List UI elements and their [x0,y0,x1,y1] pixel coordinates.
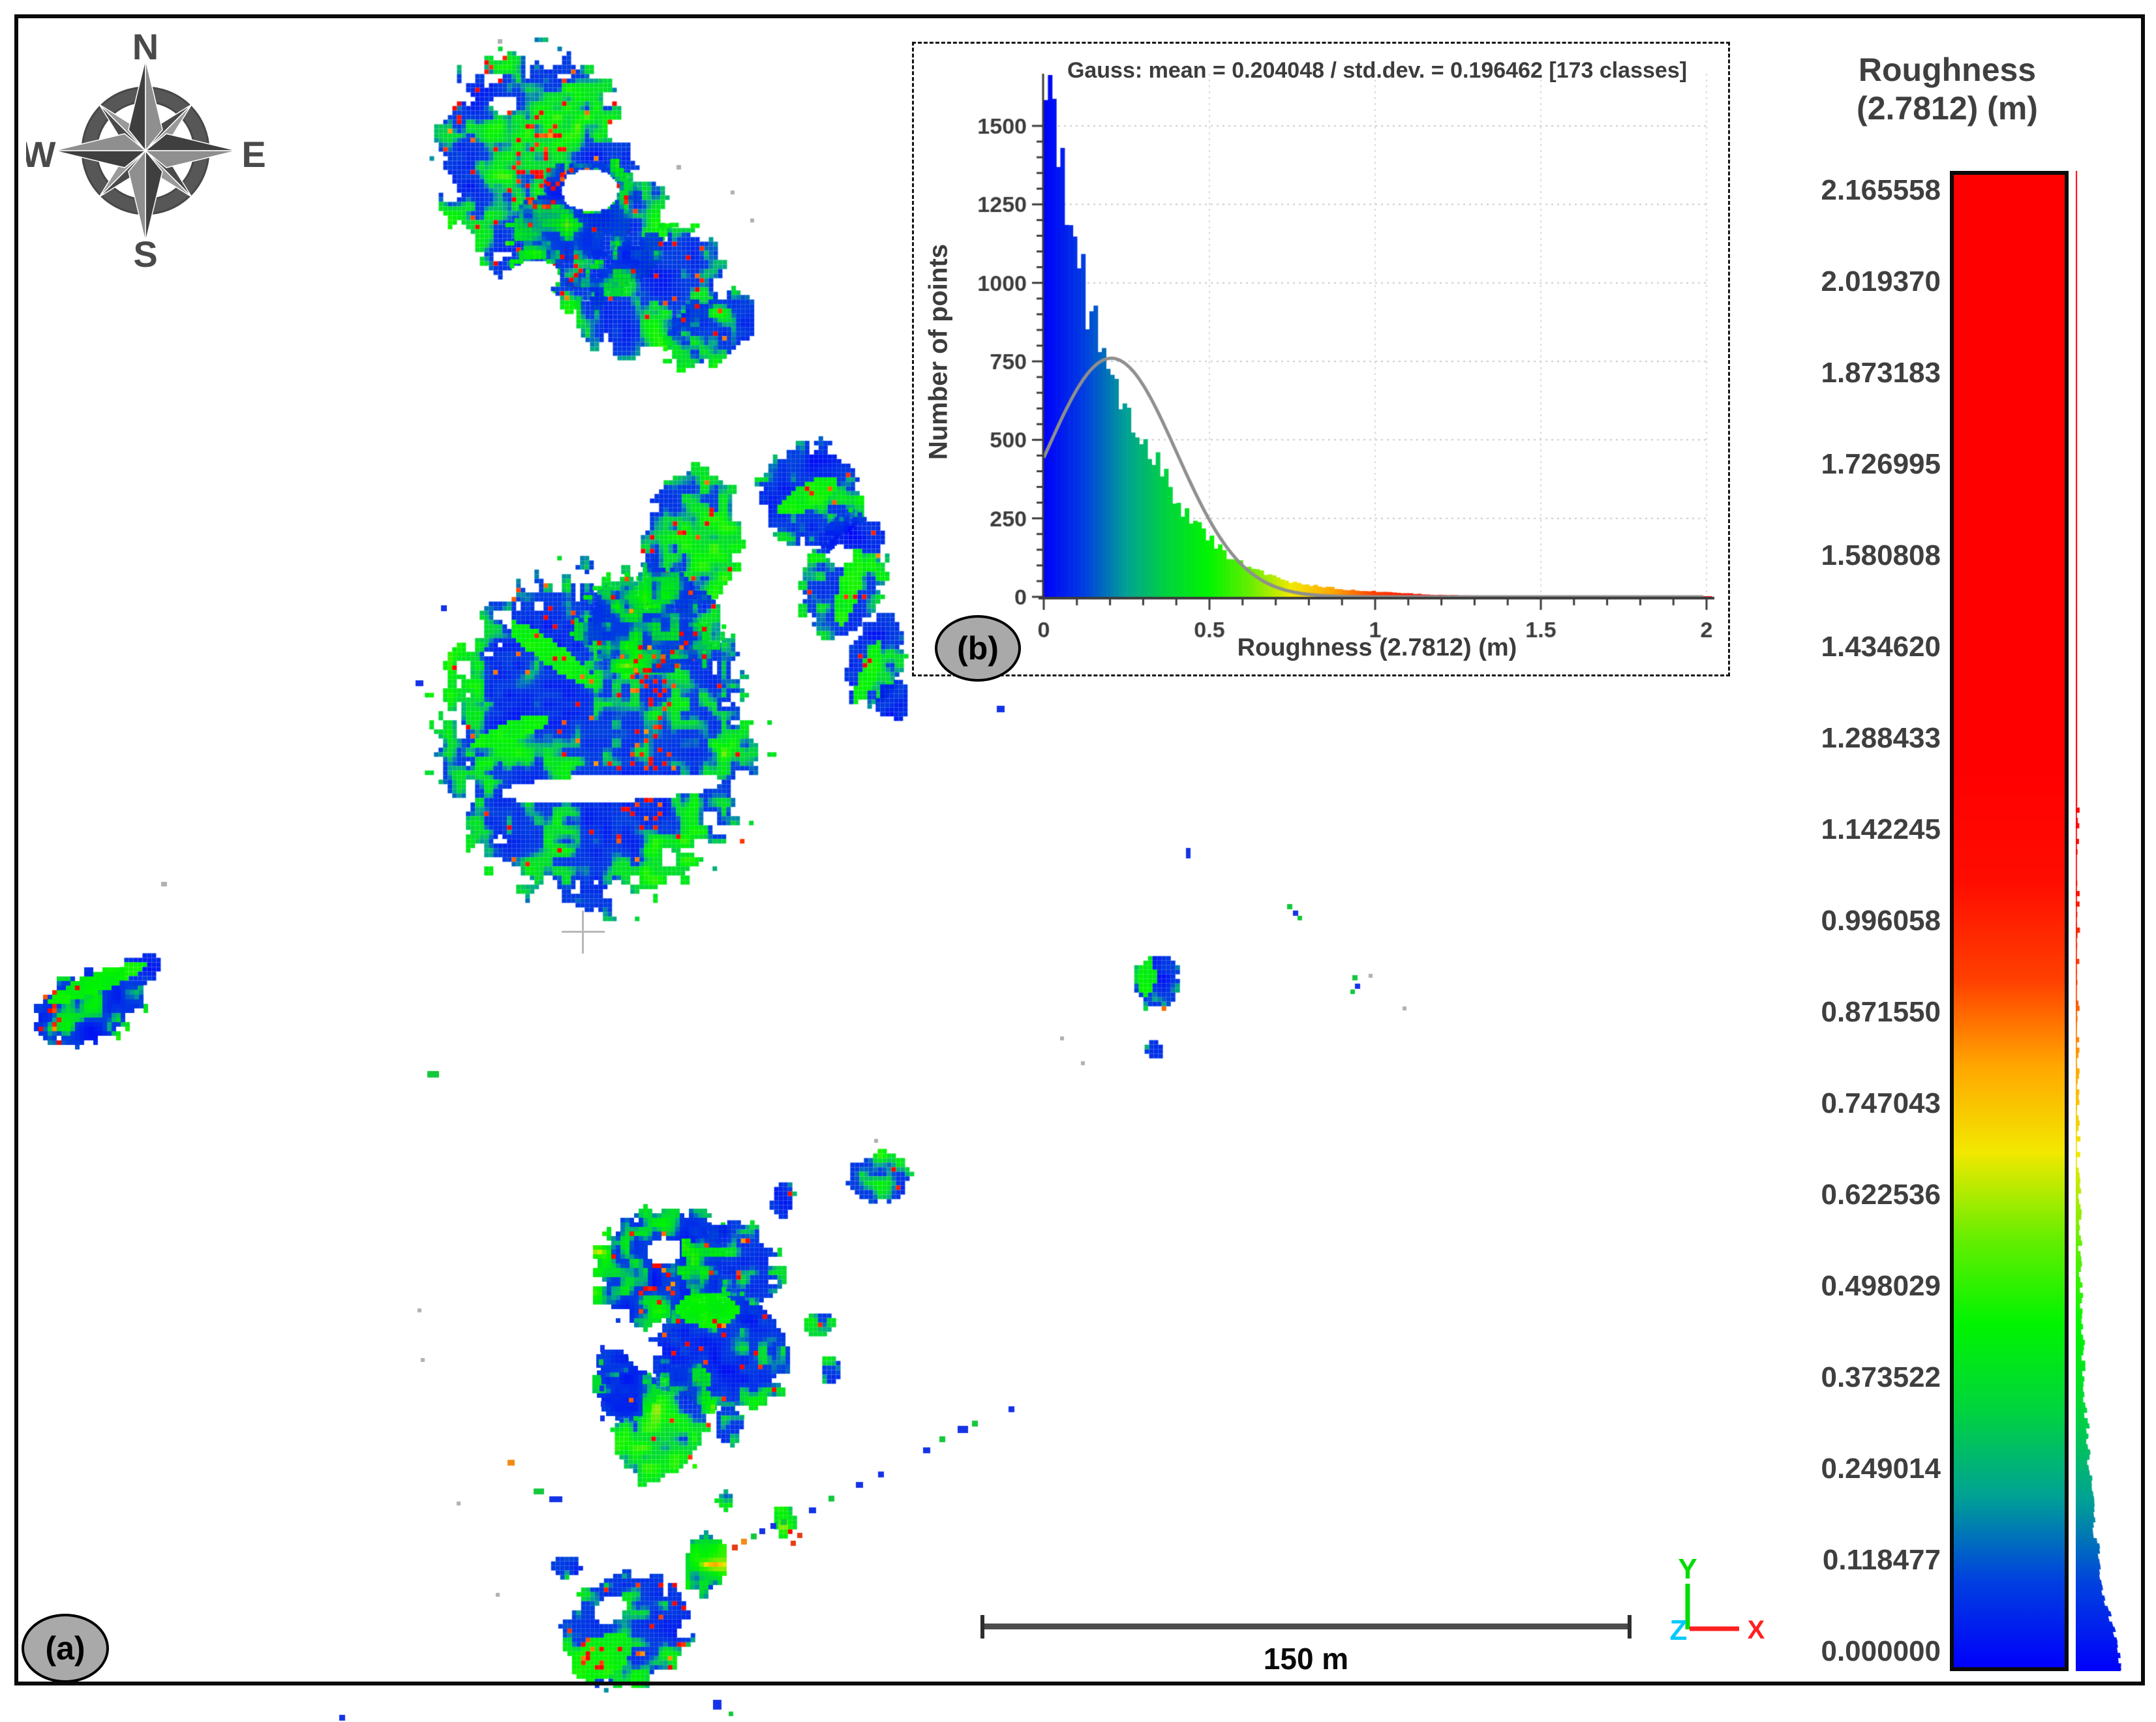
histogram-x-axis-label: Roughness (2.7812) (m) [1051,634,1703,662]
colorbar-label: 0.622536 [1663,1179,1941,1211]
colorbar-label: 1.142245 [1663,813,1941,846]
panel-label-a: (a) [22,1614,109,1683]
colorbar-label: 0.498029 [1663,1270,1941,1303]
colorbar-label: 1.288433 [1663,722,1941,755]
colorbar-label: 0.871550 [1663,996,1941,1029]
compass-east-label: E [241,134,265,175]
colorbar-label: 0.996058 [1663,905,1941,937]
colorbar-distribution-histogram [2076,171,2141,1671]
histogram-title: Gauss: mean = 0.204048 / std.dev. = 0.19… [1051,58,1703,83]
colorbar-title-line1: Roughness [1820,51,2074,89]
colorbar-label: 0.373522 [1663,1361,1941,1394]
compass-west-label: W [26,134,56,175]
panel-label-b: (b) [935,615,1021,682]
colorbar-label: 1.873183 [1663,357,1941,389]
colorbar-label: 0.249014 [1663,1453,1941,1485]
compass-rose-icon: N S W E [26,31,265,270]
compass-north-label: N [132,31,159,67]
colorbar-label: 2.165558 [1663,174,1941,207]
colorbar-label: 0.000000 [1663,1635,1941,1668]
crosshair-horizontal [562,931,605,933]
scale-bar-label: 150 m [983,1641,1629,1676]
histogram-inset: Gauss: mean = 0.204048 / std.dev. = 0.19… [912,42,1730,676]
scale-bar-line [983,1624,1629,1629]
colorbar-gradient [1950,171,2069,1671]
colorbar-label: 1.580808 [1663,539,1941,572]
histogram-plot [914,44,1728,674]
colorbar-title-line2: (2.7812) (m) [1820,89,2074,128]
colorbar-label: 1.434620 [1663,631,1941,663]
colorbar-label: 1.726995 [1663,448,1941,481]
colorbar-title: Roughness (2.7812) (m) [1820,51,2074,128]
scale-bar-left-cap [980,1615,984,1639]
colorbar-label: 2.019370 [1663,265,1941,298]
figure: N S W E Gauss: mean = 0.204048 / std.dev… [0,0,2156,1722]
colorbar-label: 0.747043 [1663,1087,1941,1120]
compass-south-label: S [133,234,157,270]
histogram-y-axis-label: Number of points [924,59,954,646]
colorbar-label: 0.118477 [1663,1544,1941,1577]
